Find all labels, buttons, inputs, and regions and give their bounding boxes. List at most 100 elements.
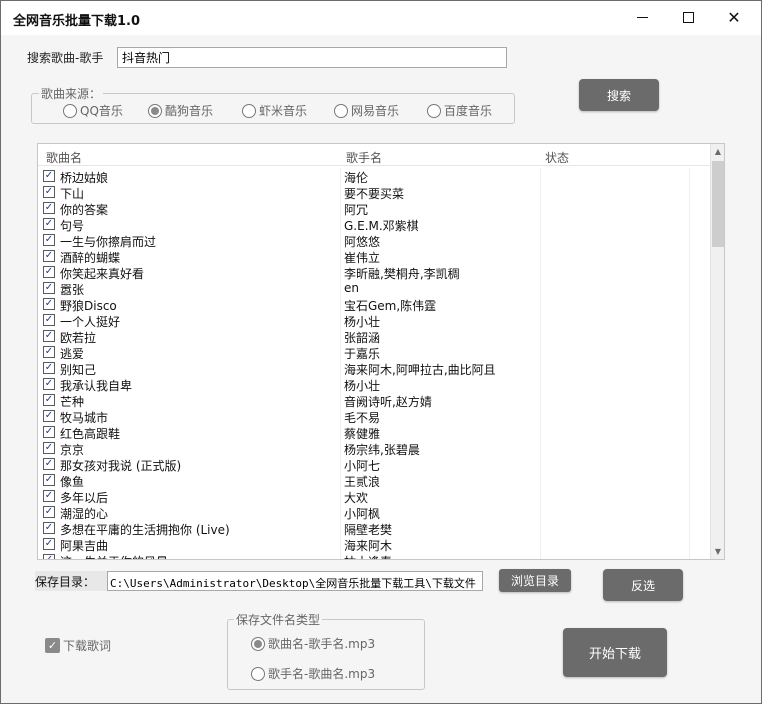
save-dir-label: 保存目录：: [35, 571, 107, 591]
row-checkbox[interactable]: ✓: [43, 234, 55, 246]
source-option-label: 虾米音乐: [259, 104, 308, 118]
singer-name-cell: 枯木逢春: [344, 553, 392, 559]
table-row[interactable]: ✓ 芒种 音阙诗听,赵方婧: [38, 392, 710, 409]
maximize-button[interactable]: [665, 1, 711, 34]
close-button[interactable]: ✕: [711, 1, 757, 34]
row-checkbox[interactable]: ✓: [43, 490, 55, 502]
source-legend: 歌曲来源：: [39, 85, 104, 102]
row-checkbox[interactable]: ✓: [43, 522, 55, 534]
scroll-thumb[interactable]: [712, 161, 724, 247]
table-row[interactable]: ✓ 牧马城市 毛不易: [38, 408, 710, 425]
row-checkbox[interactable]: ✓: [43, 282, 55, 294]
song-list: 歌曲名 歌手名 状态 ✓ 桥边姑娘 海伦 ✓ 下山 要不要买菜 ✓ 你的答案 阿冗 ✓ 句号 G.E.…: [37, 143, 725, 560]
title-bar[interactable]: 全网音乐批量下载1.0 ✕: [1, 1, 761, 35]
radio-icon: [148, 103, 162, 118]
table-row[interactable]: ✓ 阿果吉曲 海来阿木: [38, 536, 710, 553]
row-checkbox[interactable]: ✓: [43, 250, 55, 262]
song-name-cell: 这一生关于你的风景: [60, 553, 168, 559]
table-row[interactable]: ✓ 多年以后 大欢: [38, 488, 710, 505]
row-checkbox[interactable]: ✓: [43, 378, 55, 390]
row-checkbox[interactable]: ✓: [43, 330, 55, 342]
minimize-icon: [636, 17, 648, 18]
table-row[interactable]: ✓ 句号 G.E.M.邓紫棋: [38, 216, 710, 233]
row-checkbox[interactable]: ✓: [43, 410, 55, 422]
source-option-4[interactable]: 百度音乐: [427, 102, 492, 119]
source-option-1[interactable]: 酷狗音乐: [148, 102, 213, 119]
header-song[interactable]: 歌曲名: [46, 149, 82, 166]
start-download-button[interactable]: 开始下载: [563, 628, 667, 677]
row-checkbox[interactable]: ✓: [43, 186, 55, 198]
browse-button[interactable]: 浏览目录: [499, 569, 571, 592]
table-row[interactable]: ✓ 欧若拉 张韶涵: [38, 328, 710, 345]
row-checkbox[interactable]: ✓: [43, 554, 55, 559]
table-row[interactable]: ✓ 京京 杨宗纬,张碧晨: [38, 440, 710, 457]
table-row[interactable]: ✓ 嚣张 en: [38, 280, 710, 297]
filename-option-1[interactable]: 歌手名-歌曲名.mp3: [251, 665, 375, 682]
maximize-icon: [682, 12, 694, 23]
source-option-3[interactable]: 网易音乐: [334, 102, 399, 119]
download-lyrics-label: 下载歌词: [63, 639, 112, 653]
minimize-button[interactable]: [619, 1, 665, 34]
row-checkbox[interactable]: ✓: [43, 218, 55, 230]
search-label: 搜索歌曲-歌手: [27, 51, 104, 65]
table-row[interactable]: ✓ 你笑起来真好看 李昕融,樊桐舟,李凯稠: [38, 264, 710, 281]
table-row[interactable]: ✓ 你的答案 阿冗: [38, 200, 710, 217]
table-row[interactable]: ✓ 像鱼 王贰浪: [38, 472, 710, 489]
app-window: 全网音乐批量下载1.0 ✕ 搜索歌曲-歌手 搜索 歌曲来源： QQ音乐 酷狗音乐 虾…: [0, 0, 762, 704]
table-row[interactable]: ✓ 酒醉的蝴蝶 崔伟立: [38, 248, 710, 265]
radio-icon: [63, 103, 77, 118]
search-button[interactable]: 搜索: [579, 79, 659, 111]
filename-option-label: 歌曲名-歌手名.mp3: [268, 637, 376, 651]
row-checkbox[interactable]: ✓: [43, 314, 55, 326]
download-lyrics-checkbox[interactable]: ✓ 下载歌词: [45, 637, 111, 654]
source-option-label: 网易音乐: [351, 104, 400, 118]
radio-icon: [334, 103, 348, 118]
row-checkbox[interactable]: ✓: [43, 202, 55, 214]
table-row[interactable]: ✓ 红色高跟鞋 蔡健雅: [38, 424, 710, 441]
table-row[interactable]: ✓ 一生与你擦肩而过 阿悠悠: [38, 232, 710, 249]
list-header: 歌曲名 歌手名 状态: [38, 144, 710, 166]
table-row[interactable]: ✓ 我承认我自卑 杨小壮: [38, 376, 710, 393]
filename-option-0[interactable]: 歌曲名-歌手名.mp3: [251, 635, 375, 652]
row-checkbox[interactable]: ✓: [43, 458, 55, 470]
table-row[interactable]: ✓ 多想在平庸的生活拥抱你 (Live) 隔壁老樊: [38, 520, 710, 537]
row-checkbox[interactable]: ✓: [43, 362, 55, 374]
row-checkbox[interactable]: ✓: [43, 266, 55, 278]
table-row[interactable]: ✓ 逃爱 于嘉乐: [38, 344, 710, 361]
row-checkbox[interactable]: ✓: [43, 538, 55, 550]
header-status[interactable]: 状态: [545, 149, 569, 166]
scroll-down-icon[interactable]: ▼: [711, 544, 724, 558]
row-checkbox[interactable]: ✓: [43, 298, 55, 310]
table-row[interactable]: ✓ 那女孩对我说 (正式版) 小阿七: [38, 456, 710, 473]
save-dir-path[interactable]: C:\Users\Administrator\Desktop\全网音乐批量下载工…: [107, 571, 483, 591]
row-checkbox[interactable]: ✓: [43, 442, 55, 454]
source-option-label: 百度音乐: [444, 104, 493, 118]
table-row[interactable]: ✓ 这一生关于你的风景 枯木逢春: [38, 552, 710, 559]
row-checkbox[interactable]: ✓: [43, 506, 55, 518]
table-row[interactable]: ✓ 别知己 海来阿木,阿呷拉古,曲比阿且: [38, 360, 710, 377]
table-row[interactable]: ✓ 野狼Disco 宝石Gem,陈伟霆: [38, 296, 710, 313]
row-checkbox[interactable]: ✓: [43, 426, 55, 438]
scroll-up-icon[interactable]: ▲: [711, 144, 724, 158]
table-row[interactable]: ✓ 潮湿的心 小阿枫: [38, 504, 710, 521]
source-option-2[interactable]: 虾米音乐: [242, 102, 307, 119]
row-checkbox[interactable]: ✓: [43, 474, 55, 486]
row-checkbox[interactable]: ✓: [43, 346, 55, 358]
table-row[interactable]: ✓ 下山 要不要买菜: [38, 184, 710, 201]
table-row[interactable]: ✓ 桥边姑娘 海伦: [38, 168, 710, 185]
header-singer[interactable]: 歌手名: [346, 149, 382, 166]
radio-icon: [427, 103, 441, 118]
source-option-0[interactable]: QQ音乐: [63, 102, 123, 119]
filename-legend: 保存文件名类型: [234, 611, 323, 628]
table-row[interactable]: ✓ 一个人挺好 杨小壮: [38, 312, 710, 329]
radio-icon: [251, 636, 265, 651]
checkbox-icon: ✓: [45, 638, 60, 653]
row-checkbox[interactable]: ✓: [43, 394, 55, 406]
source-option-label: 酷狗音乐: [165, 104, 214, 118]
radio-icon: [242, 103, 256, 118]
search-input[interactable]: [117, 47, 507, 68]
radio-icon: [251, 666, 265, 681]
vertical-scrollbar[interactable]: ▲ ▼: [710, 144, 724, 559]
invert-selection-button[interactable]: 反选: [603, 569, 683, 601]
row-checkbox[interactable]: ✓: [43, 170, 55, 182]
